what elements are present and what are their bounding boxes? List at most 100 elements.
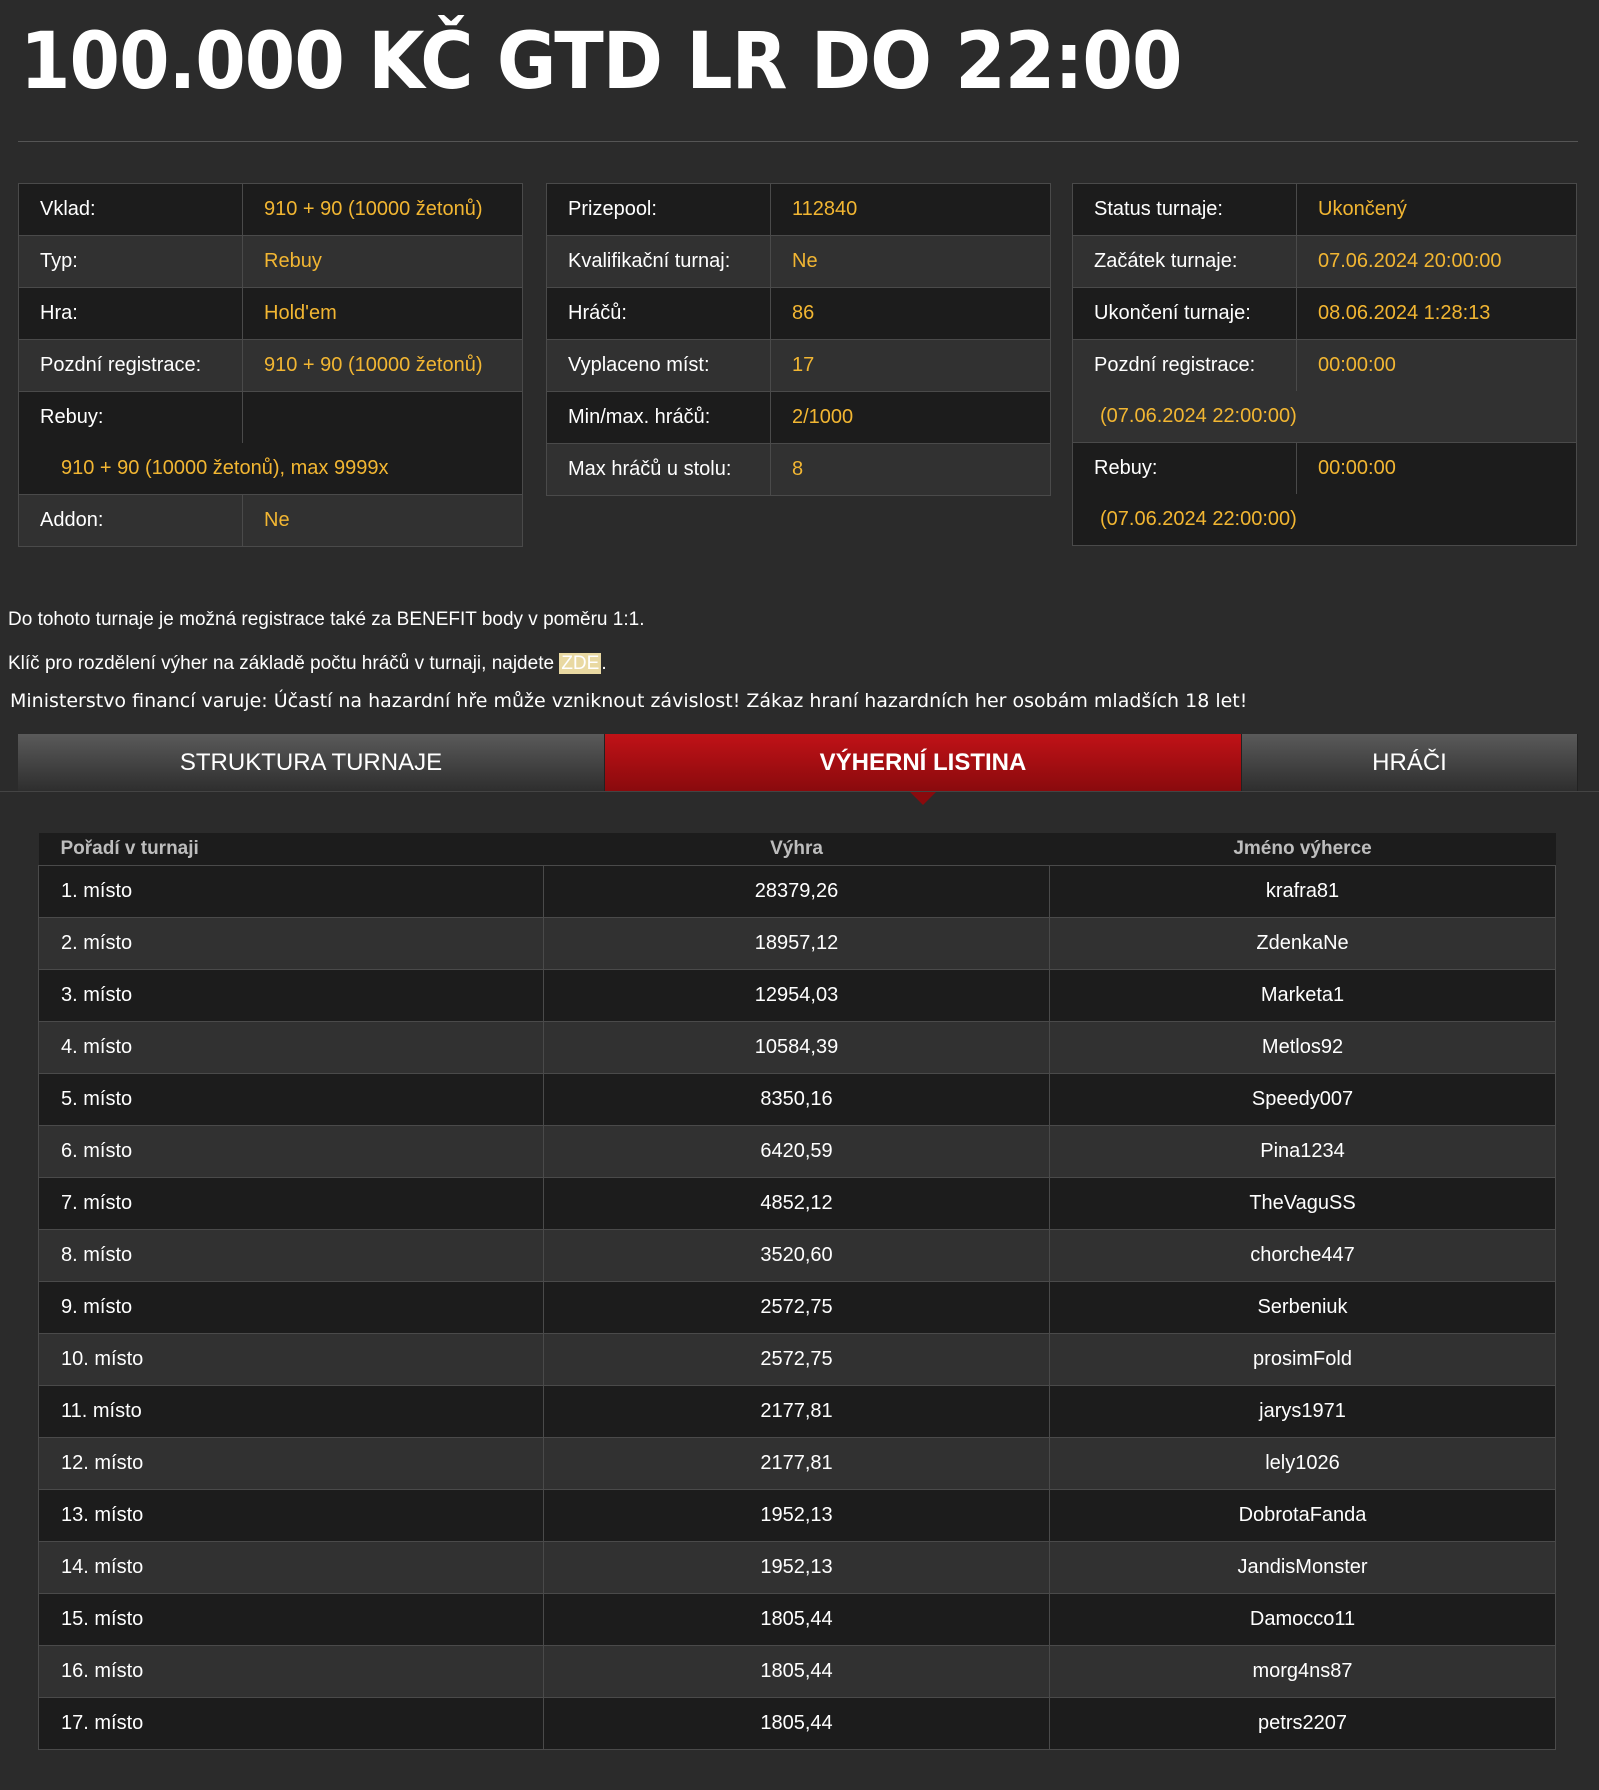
tab-structure[interactable]: STRUKTURA TURNAJE <box>18 734 605 791</box>
prize-cell: 2572,75 <box>543 1280 1050 1334</box>
info-table-right: Status turnaje: Ukončený Začátek turnaje: 0… <box>1072 183 1577 546</box>
winner-name-cell: chorche447 <box>1049 1228 1556 1282</box>
rank-cell: 1. místo <box>38 864 544 918</box>
info-value: 00:00:00 <box>1318 457 1396 479</box>
info-row: Rebuy: 910 + 90 (10000 žetonů), max 9999x <box>19 392 522 495</box>
tab-players[interactable]: HRÁČI <box>1242 734 1578 791</box>
info-row: Ukončení turnaje: 08.06.2024 1:28:13 <box>1073 288 1576 340</box>
info-row: Hráčů: 86 <box>547 288 1050 340</box>
table-row: 3. místo 12954,03 Marketa1 <box>38 968 1556 1022</box>
info-label: Typ: <box>19 236 243 287</box>
info-row: Začátek turnaje: 07.06.2024 20:00:00 <box>1073 236 1576 288</box>
info-value-extra: (07.06.2024 22:00:00) <box>1100 405 1297 427</box>
rank-cell: 9. místo <box>38 1280 544 1334</box>
winners-header-row: Pořadí v turnaji Výhra Jméno výherce <box>38 833 1556 865</box>
winner-name-cell: Damocco11 <box>1049 1592 1556 1646</box>
info-label: Max hráčů u stolu: <box>547 444 771 495</box>
payout-key-note: Klíč pro rozdělení výher na základě počt… <box>8 653 607 675</box>
info-row: Status turnaje: Ukončený <box>1073 184 1576 236</box>
winner-name-cell: Metlos92 <box>1049 1020 1556 1074</box>
prize-cell: 2177,81 <box>543 1436 1050 1490</box>
tabs-divider <box>0 791 1599 792</box>
winner-name-cell: Speedy007 <box>1049 1072 1556 1126</box>
info-label: Addon: <box>19 495 243 546</box>
info-label: Min/max. hráčů: <box>547 392 771 443</box>
rank-cell: 12. místo <box>38 1436 544 1490</box>
table-row: 16. místo 1805,44 morg4ns87 <box>38 1644 1556 1698</box>
info-label: Začátek turnaje: <box>1073 236 1297 287</box>
tournament-tabs: STRUKTURA TURNAJE VÝHERNÍ LISTINA HRÁČI <box>18 734 1578 805</box>
info-row: Pozdní registrace: 00:00:00 (07.06.2024 22… <box>1073 340 1576 443</box>
prize-cell: 1952,13 <box>543 1488 1050 1542</box>
info-row: Max hráčů u stolu: 8 <box>547 444 1050 496</box>
info-row: Vklad: 910 + 90 (10000 žetonů) <box>19 184 522 236</box>
info-label: Rebuy: <box>1073 443 1297 494</box>
rank-cell: 7. místo <box>38 1176 544 1230</box>
winner-name-cell: petrs2207 <box>1049 1696 1556 1750</box>
info-row: Addon: Ne <box>19 495 522 547</box>
info-value: 08.06.2024 1:28:13 <box>1318 302 1491 324</box>
winner-name-cell: ZdenkaNe <box>1049 916 1556 970</box>
info-row: Min/max. hráčů: 2/1000 <box>547 392 1050 444</box>
info-value: 07.06.2024 20:00:00 <box>1318 250 1502 272</box>
info-label: Pozdní registrace: <box>19 340 243 391</box>
prize-cell: 2572,75 <box>543 1332 1050 1386</box>
table-row: 15. místo 1805,44 Damocco11 <box>38 1592 1556 1646</box>
rank-cell: 13. místo <box>38 1488 544 1542</box>
info-value: 2/1000 <box>792 406 854 428</box>
prize-cell: 4852,12 <box>543 1176 1050 1230</box>
header-winner-name: Jméno výherce <box>1049 833 1556 865</box>
info-label: Ukončení turnaje: <box>1073 288 1297 339</box>
payout-key-link[interactable]: ZDE <box>559 653 602 674</box>
winner-name-cell: jarys1971 <box>1049 1384 1556 1438</box>
header-rank: Pořadí v turnaji <box>38 833 544 865</box>
winner-name-cell: JandisMonster <box>1049 1540 1556 1594</box>
info-table-middle: Prizepool: 112840 Kvalifikační turnaj: Ne Hr… <box>546 183 1051 496</box>
info-label: Kvalifikační turnaj: <box>547 236 771 287</box>
table-row: 5. místo 8350,16 Speedy007 <box>38 1072 1556 1126</box>
rank-cell: 6. místo <box>38 1124 544 1178</box>
info-value: Hold'em <box>264 302 337 324</box>
info-label: Pozdní registrace: <box>1073 340 1297 391</box>
winner-name-cell: prosimFold <box>1049 1332 1556 1386</box>
info-value: 8 <box>792 458 804 480</box>
info-value: 17 <box>792 354 815 376</box>
rank-cell: 16. místo <box>38 1644 544 1698</box>
rank-cell: 3. místo <box>38 968 544 1022</box>
gambling-warning: Ministerstvo financí varuje: Účastí na h… <box>10 690 1248 712</box>
info-row: Typ: Rebuy <box>19 236 522 288</box>
info-value: Ne <box>264 509 290 531</box>
info-row: Hra: Hold'em <box>19 288 522 340</box>
table-row: 6. místo 6420,59 Pina1234 <box>38 1124 1556 1178</box>
info-row: Rebuy: 00:00:00 (07.06.2024 22:00:00) <box>1073 443 1576 546</box>
info-value: Ukončený <box>1318 198 1407 220</box>
winners-table: Pořadí v turnaji Výhra Jméno výherce 1. … <box>38 833 1556 1750</box>
title-divider <box>18 141 1578 142</box>
table-row: 9. místo 2572,75 Serbeniuk <box>38 1280 1556 1334</box>
winner-name-cell: lely1026 <box>1049 1436 1556 1490</box>
winner-name-cell: krafra81 <box>1049 864 1556 918</box>
info-value: 00:00:00 <box>1318 354 1396 376</box>
info-value <box>243 392 522 443</box>
rank-cell: 10. místo <box>38 1332 544 1386</box>
info-value: 86 <box>792 302 815 324</box>
table-row: 2. místo 18957,12 ZdenkaNe <box>38 916 1556 970</box>
info-value: Rebuy <box>264 250 322 272</box>
info-label: Hra: <box>19 288 243 339</box>
tab-winners-list[interactable]: VÝHERNÍ LISTINA <box>605 734 1242 805</box>
payout-key-text: Klíč pro rozdělení výher na základě počt… <box>8 653 560 674</box>
prize-cell: 3520,60 <box>543 1228 1050 1282</box>
table-row: 13. místo 1952,13 DobrotaFanda <box>38 1488 1556 1542</box>
rank-cell: 4. místo <box>38 1020 544 1074</box>
rank-cell: 14. místo <box>38 1540 544 1594</box>
info-value-extra: 910 + 90 (10000 žetonů), max 9999x <box>61 457 389 479</box>
table-row: 14. místo 1952,13 JandisMonster <box>38 1540 1556 1594</box>
info-label: Vyplaceno míst: <box>547 340 771 391</box>
prize-cell: 1805,44 <box>543 1696 1050 1750</box>
rank-cell: 5. místo <box>38 1072 544 1126</box>
header-prize: Výhra <box>543 833 1050 865</box>
table-row: 7. místo 4852,12 TheVaguSS <box>38 1176 1556 1230</box>
benefit-note: Do tohoto turnaje je možná registrace ta… <box>8 609 645 630</box>
info-value: 112840 <box>792 198 858 220</box>
rank-cell: 8. místo <box>38 1228 544 1282</box>
